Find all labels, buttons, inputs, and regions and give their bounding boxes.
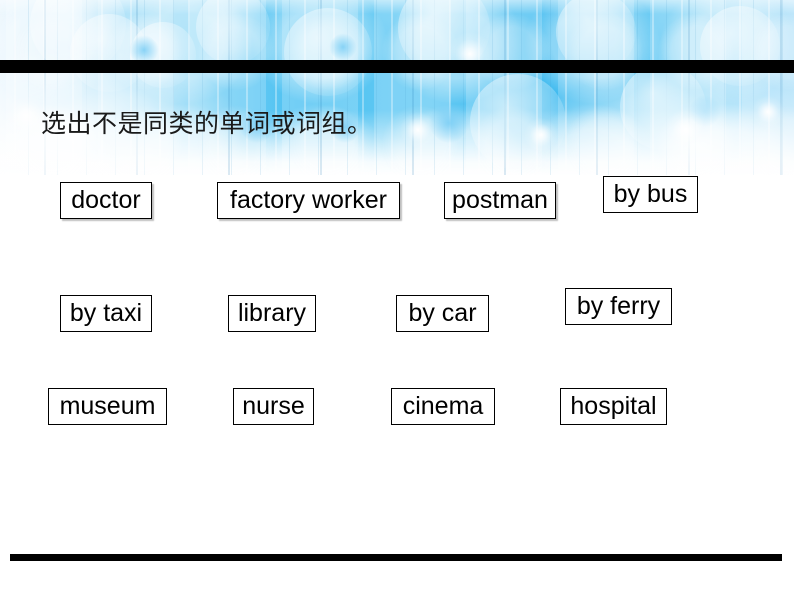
banner-sparkle bbox=[6, 96, 46, 136]
banner-sparkle bbox=[752, 96, 784, 128]
blue-tile-banner bbox=[0, 0, 794, 175]
word-card[interactable]: by taxi bbox=[60, 295, 152, 332]
bottom-rule bbox=[10, 554, 782, 561]
word-card[interactable]: cinema bbox=[391, 388, 495, 425]
top-rule bbox=[0, 60, 794, 73]
word-card[interactable]: museum bbox=[48, 388, 167, 425]
word-card[interactable]: doctor bbox=[60, 182, 152, 219]
slide-canvas: 选出不是同类的单词或词组。 doctor factory worker postma… bbox=[0, 0, 794, 596]
word-card[interactable]: factory worker bbox=[217, 182, 400, 219]
banner-bubble bbox=[284, 8, 372, 96]
banner-sparkle bbox=[666, 110, 706, 150]
word-card[interactable]: by bus bbox=[603, 176, 698, 213]
word-card[interactable]: nurse bbox=[233, 388, 314, 425]
banner-sparkle bbox=[400, 112, 436, 148]
word-card[interactable]: postman bbox=[444, 182, 556, 219]
word-card[interactable]: by ferry bbox=[565, 288, 672, 325]
banner-sparkle bbox=[524, 118, 558, 152]
word-card[interactable]: by car bbox=[396, 295, 489, 332]
instruction-text: 选出不是同类的单词或词组。 bbox=[41, 109, 373, 138]
word-card[interactable]: library bbox=[228, 295, 316, 332]
word-card[interactable]: hospital bbox=[560, 388, 667, 425]
